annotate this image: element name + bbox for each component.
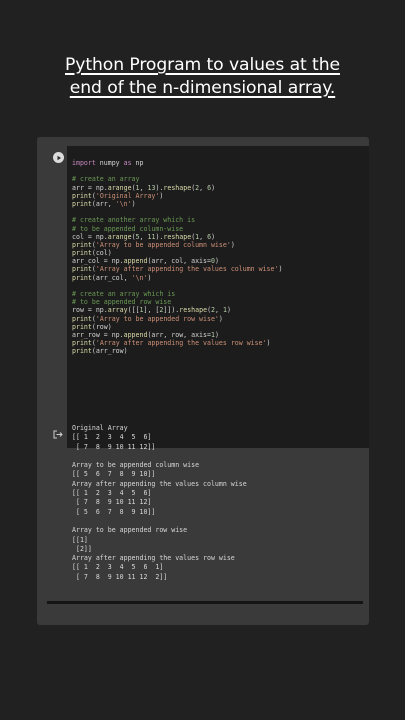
code-token: print	[72, 191, 92, 200]
code-token: import	[72, 159, 96, 167]
code-token: arr_col = np.	[72, 257, 124, 266]
code-token: )	[147, 273, 152, 282]
code-line: import numpy as np	[72, 159, 282, 167]
horizontal-scrollbar[interactable]	[47, 601, 363, 604]
code-token: arr = np.	[72, 183, 108, 192]
code-line: arr_row = np.append(arr, row, axis=1)	[72, 331, 282, 339]
code-line: # create an array	[72, 175, 282, 183]
code-token: print	[72, 249, 92, 258]
code-token: )	[131, 199, 136, 208]
code-token: (arr,	[91, 199, 116, 208]
code-token: ([[	[127, 306, 140, 315]
code-token: reshape	[179, 306, 208, 315]
code-line: # create another array which is	[72, 216, 282, 224]
code-token: )	[214, 330, 219, 339]
code-token: # create another array which is	[72, 216, 196, 225]
code-token: ,	[199, 232, 208, 241]
code-token: print	[72, 339, 92, 348]
code-token: )	[214, 257, 219, 266]
code-token: print	[72, 265, 92, 274]
code-line: arr = np.arange(1, 13).reshape(2, 6)	[72, 184, 282, 192]
code-token: ], [	[143, 306, 160, 315]
code-token: np	[131, 159, 144, 167]
code-token: print	[72, 240, 92, 249]
code-content: import numpy as np # create an array arr …	[72, 159, 282, 356]
code-line: row = np.array([[1], [2]]).reshape(2, 1)	[72, 306, 282, 314]
code-token: )	[230, 240, 235, 249]
code-token: ]]).	[163, 306, 180, 315]
code-token: col = np.	[72, 232, 108, 241]
code-line: # to be appended row wise	[72, 298, 282, 306]
code-token: append	[123, 330, 148, 339]
code-token: # to be appended row wise	[72, 298, 172, 307]
code-token: print	[72, 314, 92, 323]
code-token: )	[159, 191, 164, 200]
code-line: print('Original Array')	[72, 192, 282, 200]
code-token: arr_row = np.	[72, 330, 124, 339]
code-token: # create an array	[72, 175, 140, 184]
code-line: print('Array after appending the values …	[72, 265, 282, 273]
code-line: print('Array after appending the values …	[72, 339, 282, 347]
code-line: arr_col = np.append(arr, col, axis=0)	[72, 257, 282, 265]
code-token: )	[266, 339, 271, 348]
code-token: '\n'	[131, 273, 148, 282]
code-line: print('Array to be appended column wise'…	[72, 241, 282, 249]
code-token: (arr, row, axis=	[147, 330, 211, 339]
code-line: # to be appended column-wise	[72, 225, 282, 233]
play-icon[interactable]	[53, 152, 64, 163]
code-token: # create an array which is	[72, 290, 176, 298]
code-token: (arr_col,	[91, 273, 132, 282]
code-token: )	[226, 306, 231, 315]
code-token: (arr_row)	[91, 347, 128, 356]
code-token: ,	[199, 183, 208, 192]
code-token: numpy	[95, 159, 124, 167]
code-token: )	[218, 314, 223, 323]
code-token: print	[72, 322, 92, 331]
code-token: (row)	[91, 322, 112, 331]
code-token: append	[123, 257, 148, 266]
code-token: '\n'	[115, 199, 132, 208]
code-token: 'Array after appending the values column…	[95, 265, 279, 274]
title-line-1: Python Program to values at the	[65, 55, 340, 75]
code-token: arange	[107, 232, 132, 241]
code-line: print(col)	[72, 249, 282, 257]
code-line: col = np.arange(5, 11).reshape(1, 6)	[72, 233, 282, 241]
code-token: 'Original Array'	[95, 191, 160, 200]
code-token: reshape	[163, 183, 192, 192]
code-token: print	[72, 273, 92, 282]
code-token: 'Array to be appended row wise'	[95, 314, 219, 323]
code-token: 'Array after appending the values row wi…	[95, 339, 267, 348]
code-token: (arr, col, axis=	[147, 257, 211, 266]
code-token: as	[123, 159, 132, 167]
title-line-2: end of the n-dimensional array.	[69, 78, 336, 98]
code-line: print(arr_row)	[72, 347, 282, 355]
code-token: )	[211, 232, 216, 241]
code-token: reshape	[163, 232, 192, 241]
code-token: arange	[107, 183, 132, 192]
output-redirect-icon[interactable]	[53, 424, 63, 443]
code-line: print(arr_col, '\n')	[72, 274, 282, 282]
page-title: Python Program to values at the end of t…	[0, 54, 405, 100]
code-token: (col)	[91, 249, 112, 258]
code-line: print(row)	[72, 323, 282, 331]
notebook-cell: import numpy as np # create an array arr …	[37, 137, 369, 625]
code-token: print	[72, 347, 92, 356]
code-editor[interactable]: import numpy as np # create an array arr …	[67, 146, 369, 448]
cell-output: Original Array [[ 1 2 3 4 5 6] [ 7 8 9 1…	[72, 424, 247, 581]
code-line: # create an array which is	[72, 290, 282, 298]
code-token: ,	[215, 306, 223, 315]
code-token: array	[107, 306, 128, 315]
code-token: row = np.	[72, 306, 108, 315]
code-token: )	[211, 183, 216, 192]
code-token: )	[278, 265, 283, 274]
code-token: print	[72, 199, 92, 208]
code-line: print(arr, '\n')	[72, 200, 282, 208]
code-token: 'Array to be appended column wise'	[95, 240, 231, 249]
code-token: # to be appended column-wise	[72, 224, 184, 233]
code-line: print('Array to be appended row wise')	[72, 315, 282, 323]
